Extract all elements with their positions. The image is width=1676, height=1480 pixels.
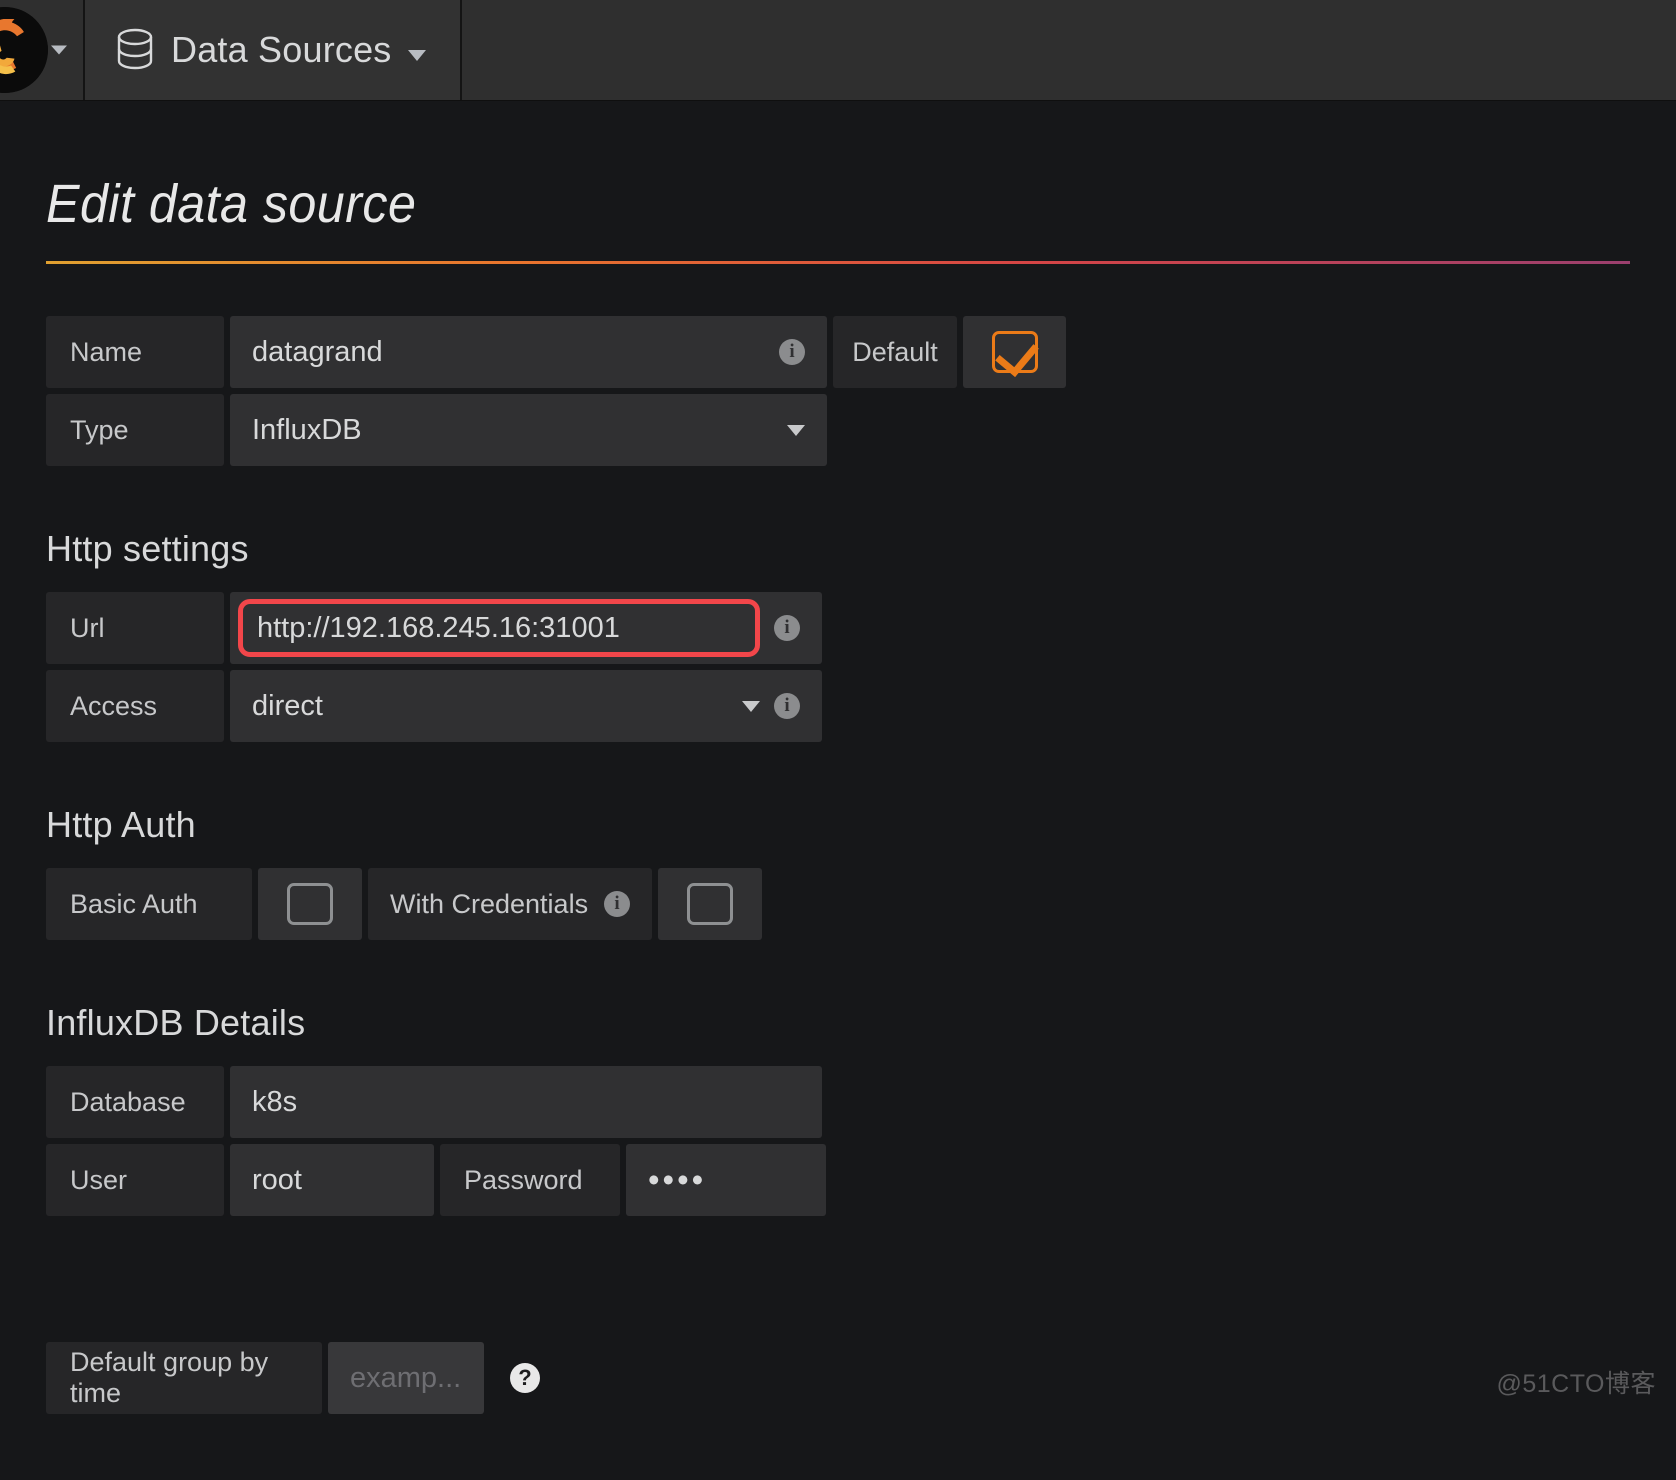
- default-label: Default: [833, 316, 957, 388]
- name-label: Name: [46, 316, 224, 388]
- access-row: Access direct i: [46, 670, 1630, 742]
- default-checkbox[interactable]: [991, 331, 1038, 373]
- top-navbar: Data Sources: [0, 0, 1676, 101]
- database-icon: [115, 27, 155, 73]
- url-row: Url http://192.168.245.16:31001 i: [46, 592, 1630, 664]
- chevron-down-icon[interactable]: [407, 49, 426, 61]
- nav-item-label: Data Sources: [171, 29, 392, 70]
- basic-auth-checkbox[interactable]: [287, 883, 333, 925]
- type-label: Type: [46, 394, 224, 466]
- name-value: datagrand: [252, 335, 383, 368]
- info-icon[interactable]: i: [604, 891, 630, 917]
- title-divider: [46, 261, 1630, 264]
- default-group-by-time-label: Default group by time: [46, 1342, 322, 1414]
- url-label: Url: [46, 592, 224, 664]
- password-input[interactable]: ••••: [626, 1144, 826, 1216]
- with-credentials-checkbox[interactable]: [687, 883, 733, 925]
- database-value: k8s: [252, 1085, 298, 1118]
- question-mark-icon[interactable]: ?: [510, 1363, 540, 1393]
- navbar-empty-area: [461, 0, 1676, 100]
- with-credentials-label: With Credentials: [390, 888, 589, 919]
- user-input[interactable]: root: [230, 1144, 434, 1216]
- chevron-down-icon[interactable]: [51, 45, 67, 55]
- url-highlight-annotation: http://192.168.245.16:31001: [238, 599, 760, 657]
- type-value: InfluxDB: [252, 413, 362, 446]
- name-input[interactable]: datagrand i: [230, 316, 827, 388]
- info-icon[interactable]: i: [774, 615, 800, 641]
- default-group-by-time-input[interactable]: examp...: [328, 1342, 484, 1414]
- page-title: Edit data source: [46, 174, 417, 234]
- grafana-logo-icon[interactable]: [0, 7, 48, 93]
- grafana-home-button[interactable]: [0, 0, 85, 100]
- info-icon[interactable]: i: [779, 339, 805, 365]
- access-label: Access: [46, 670, 224, 742]
- user-password-row: User root Password ••••: [46, 1144, 1630, 1216]
- database-row: Database k8s: [46, 1066, 1630, 1138]
- http-settings-heading: Http settings: [46, 528, 249, 569]
- basic-auth-checkbox-cell[interactable]: [258, 868, 362, 940]
- type-row: Type InfluxDB: [46, 394, 1630, 466]
- url-value: http://192.168.245.16:31001: [257, 611, 620, 644]
- nav-item-data-sources[interactable]: Data Sources: [85, 0, 462, 100]
- database-input[interactable]: k8s: [230, 1066, 822, 1138]
- default-checkbox-cell[interactable]: [963, 316, 1066, 388]
- url-input[interactable]: http://192.168.245.16:31001 i: [230, 592, 822, 664]
- password-value: ••••: [648, 1161, 707, 1198]
- default-group-by-time-row: Default group by time examp... ?: [46, 1342, 1630, 1414]
- edit-data-source-page: Edit data source Name datagrand i Defaul…: [0, 101, 1676, 1414]
- http-auth-heading: Http Auth: [46, 804, 196, 845]
- with-credentials-checkbox-cell[interactable]: [658, 868, 762, 940]
- type-select[interactable]: InfluxDB: [230, 394, 827, 466]
- basic-auth-label: Basic Auth: [46, 868, 252, 940]
- user-value: root: [252, 1163, 302, 1196]
- password-label: Password: [440, 1144, 620, 1216]
- with-credentials-label-cell: With Credentials i: [368, 868, 652, 940]
- access-value: direct: [252, 689, 323, 722]
- influxdb-details-heading: InfluxDB Details: [46, 1002, 306, 1043]
- info-icon[interactable]: i: [774, 693, 800, 719]
- watermark: @51CTO博客: [1496, 1370, 1656, 1398]
- default-group-by-time-placeholder: examp...: [350, 1361, 462, 1394]
- http-auth-row: Basic Auth With Credentials i: [46, 868, 1630, 940]
- user-label: User: [46, 1144, 224, 1216]
- access-select[interactable]: direct i: [230, 670, 822, 742]
- chevron-down-icon[interactable]: [742, 700, 760, 712]
- name-row: Name datagrand i Default: [46, 316, 1630, 388]
- chevron-down-icon[interactable]: [787, 424, 805, 436]
- database-label: Database: [46, 1066, 224, 1138]
